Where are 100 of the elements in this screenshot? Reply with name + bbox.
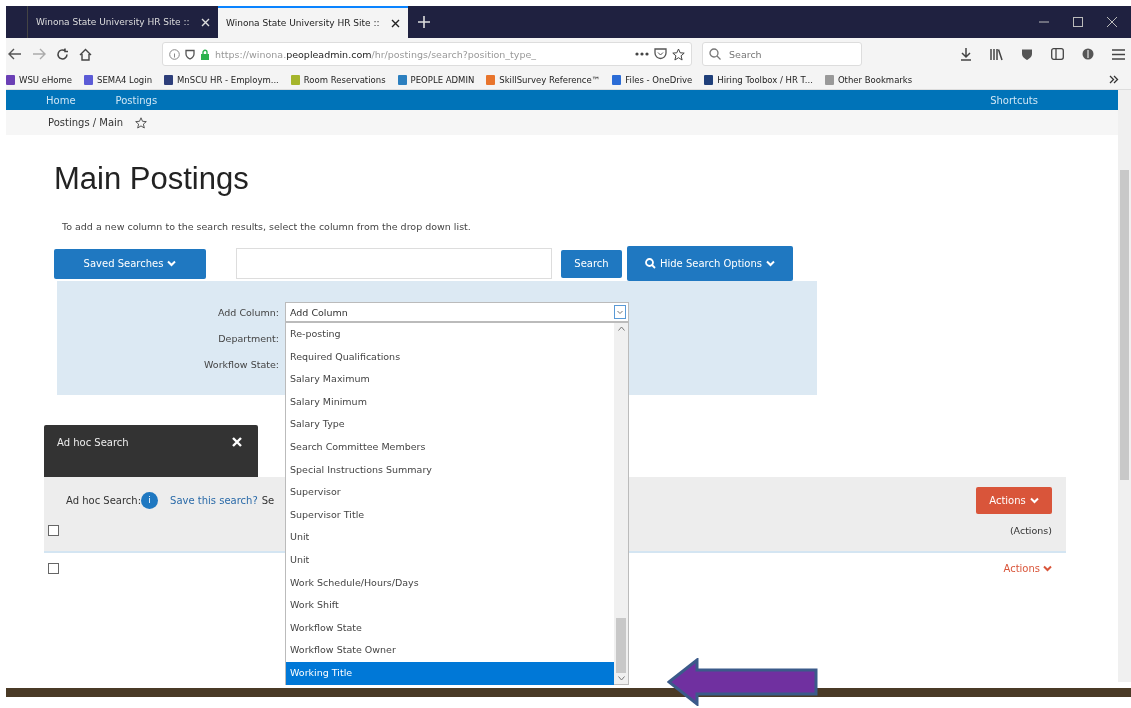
bookmark-item[interactable]: Hiring Toolbox / HR T... — [704, 74, 813, 85]
ad-hoc-label: Ad hoc Search: — [66, 494, 142, 506]
dropdown-option[interactable]: Search Committee Members — [286, 435, 614, 459]
save-search-link[interactable]: Save this search? — [170, 494, 258, 506]
bookmark-favicon-icon — [612, 74, 622, 85]
bookmark-favicon-icon — [6, 74, 15, 85]
search-button[interactable]: Search — [561, 249, 622, 278]
bookmark-favicon-icon — [824, 74, 834, 85]
scroll-thumb[interactable] — [1120, 170, 1129, 480]
field-label: Add Column: — [217, 306, 280, 318]
browser-tab[interactable]: Winona State University HR Site :: — [28, 6, 218, 38]
close-icon — [1107, 17, 1117, 27]
nav-link[interactable]: Postings — [115, 94, 158, 106]
bookmark-item[interactable]: SkillSurvey Reference™ — [486, 74, 601, 85]
bookmark-favicon-icon — [704, 74, 714, 85]
scroll-up-icon — [617, 326, 625, 331]
dropdown-option[interactable]: Salary Minimum — [286, 390, 614, 414]
chevron-down-icon — [766, 260, 776, 267]
checkbox[interactable] — [48, 524, 59, 536]
shield-icon — [185, 48, 195, 60]
actions-button[interactable]: Actions — [976, 486, 1052, 514]
home-icon — [79, 47, 92, 61]
field-label: Department: — [217, 332, 280, 344]
nav-link[interactable]: Shortcuts — [990, 94, 1038, 106]
library-icon — [990, 47, 1003, 61]
search-field[interactable]: Search — [702, 42, 862, 66]
scrollbar[interactable] — [614, 323, 628, 684]
nav-link[interactable]: Home — [46, 94, 76, 106]
panel-title: Ad hoc Search — [57, 437, 129, 448]
search-icon — [644, 258, 656, 269]
dropdown-option[interactable]: Unit — [286, 548, 614, 572]
page-title: Main Postings — [54, 161, 250, 197]
scrollbar[interactable] — [1118, 90, 1131, 682]
bookmark-favicon-icon — [84, 74, 94, 85]
dropdown-option[interactable]: Working Title — [286, 661, 614, 685]
instruction-text: To add a new column to the search results, select the column from the drop down list. — [62, 221, 472, 232]
bookmark-item[interactable]: SEMA4 Login — [84, 74, 153, 85]
keyword-field[interactable] — [236, 248, 552, 279]
chevrons-right-icon — [1109, 75, 1119, 84]
bookmark-item[interactable]: Other Bookmarks — [824, 74, 913, 85]
dropdown-option[interactable]: Supervisor — [286, 481, 614, 504]
dropdown-option[interactable]: Unit — [286, 526, 614, 549]
more-dots-icon — [635, 52, 649, 56]
dropdown-option[interactable]: Supervisor Title — [286, 503, 614, 527]
chevron-down-icon — [1029, 496, 1039, 504]
menu-icon — [1112, 48, 1125, 60]
dropdown-option[interactable]: Work Shift — [286, 594, 614, 617]
scroll-down-icon — [617, 676, 625, 681]
field-label: Workflow State: — [203, 358, 280, 370]
back-arrow-icon — [8, 48, 22, 60]
column-header: (Actions) — [1009, 524, 1052, 536]
plus-icon — [418, 16, 430, 28]
bookmark-favicon-icon — [486, 74, 496, 85]
sidebar-icon — [1051, 48, 1064, 60]
bookmark-favicon-icon — [164, 74, 174, 85]
saved-searches-button[interactable]: Saved Searches — [54, 248, 206, 279]
scroll-thumb[interactable] — [616, 618, 626, 673]
dropdown-option[interactable]: Salary Maximum — [286, 368, 614, 391]
close-icon — [391, 18, 400, 28]
dropdown-option[interactable]: Re-posting — [286, 323, 614, 346]
bookmark-item[interactable]: PEOPLE ADMIN — [397, 74, 475, 85]
download-icon — [960, 47, 972, 61]
dropdown-option[interactable]: Workflow State — [286, 616, 614, 640]
bookmark-item[interactable]: MnSCU HR - Employm... — [164, 74, 279, 85]
star-icon — [672, 47, 685, 61]
bookmark-favicon-icon — [290, 74, 300, 85]
maximize-icon — [1073, 17, 1083, 27]
hide-search-options-button[interactable]: Hide Search Options — [627, 246, 793, 281]
chevron-down-icon — [167, 260, 177, 267]
forward-arrow-icon — [32, 48, 46, 60]
chevron-down-icon — [1043, 565, 1052, 572]
dropdown-option[interactable]: Special Instructions Summary — [286, 458, 614, 482]
dropdown-option[interactable]: Salary Type — [286, 413, 614, 436]
close-icon — [201, 17, 210, 27]
close-icon — [232, 437, 242, 447]
info-icon — [169, 48, 180, 60]
breadcrumb: Postings / Main — [48, 117, 124, 128]
bookmark-item[interactable]: WSU eHome — [6, 74, 73, 85]
shield-icon — [1021, 47, 1033, 61]
lock-icon — [200, 48, 210, 60]
address-field[interactable]: https://winona.peopleadmin.com/hr/postings/search?position_type_ — [162, 42, 692, 66]
extension-icon — [1082, 48, 1094, 60]
star-icon — [135, 116, 148, 129]
column-select[interactable]: Add Column — [285, 302, 629, 322]
url-text: https://winona.peopleadmin.com/hr/postings/search?position_type_ — [215, 48, 538, 60]
actions-link[interactable]: Actions — [1003, 563, 1052, 574]
dropdown-option[interactable]: Workflow State Owner — [286, 639, 614, 662]
pocket-icon — [654, 48, 667, 60]
bookmark-item[interactable]: Files - OneDrive — [612, 74, 693, 85]
info-badge[interactable]: i — [141, 491, 159, 509]
arrow-annotation-icon — [667, 658, 819, 706]
reload-icon — [56, 47, 69, 61]
bookmark-item[interactable]: Room Reservations — [290, 74, 386, 85]
cut-text: Se — [261, 494, 275, 506]
search-icon — [709, 48, 721, 60]
dropdown-option[interactable]: Required Qualifications — [286, 345, 614, 369]
checkbox[interactable] — [48, 563, 59, 574]
browser-tab[interactable]: Winona State University HR Site :: — [218, 6, 408, 38]
bookmark-favicon-icon — [397, 74, 407, 85]
dropdown-option[interactable]: Work Schedule/Hours/Days — [286, 571, 614, 595]
